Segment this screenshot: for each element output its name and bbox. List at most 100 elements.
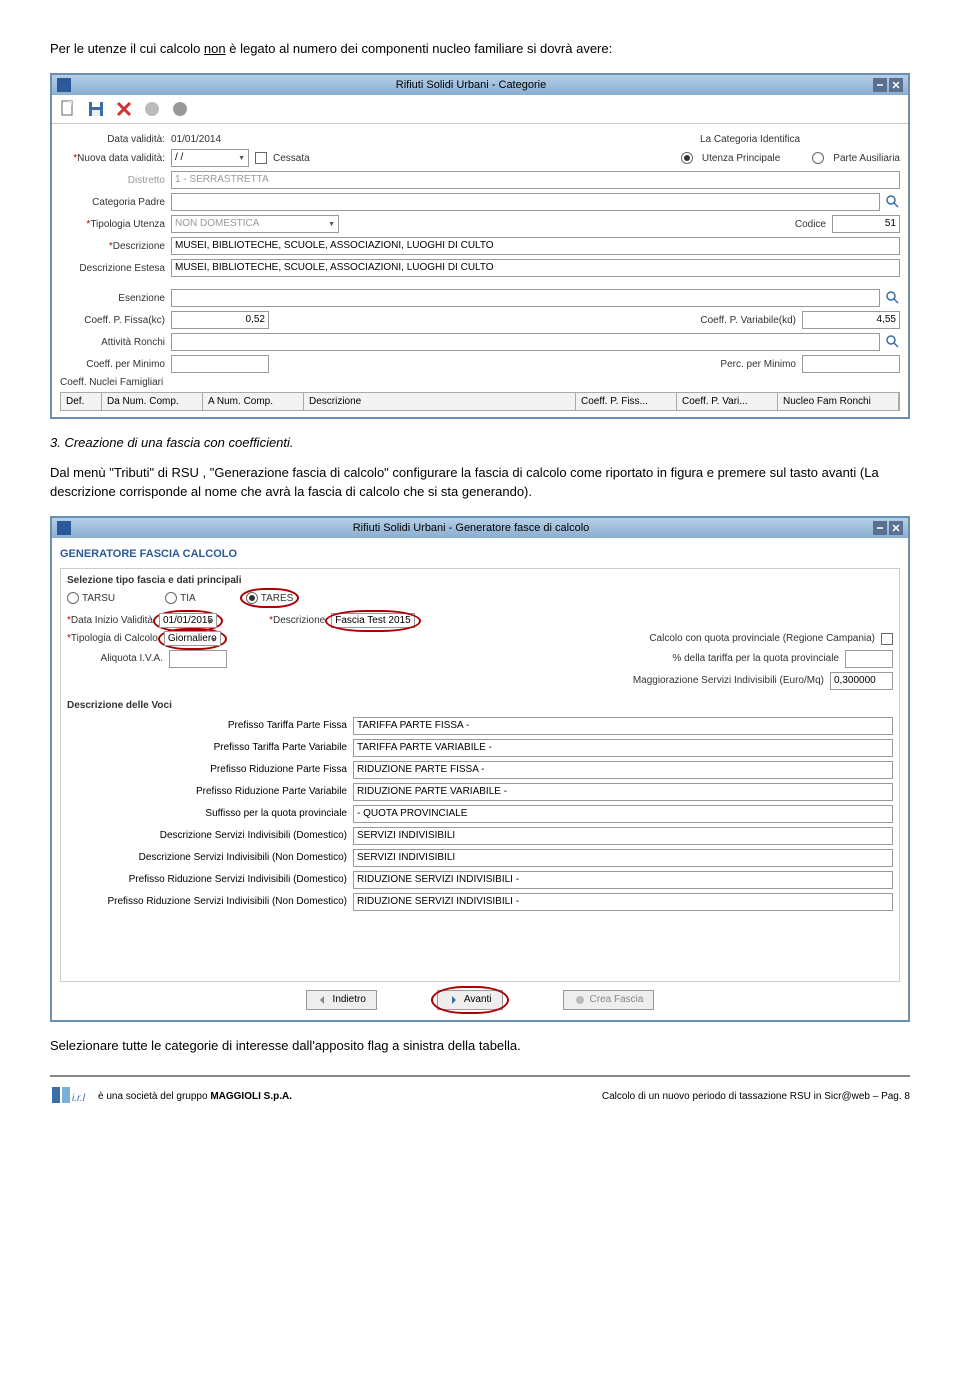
coeff-fissa-kc-label: Coeff. P. Fissa(kc) [60,315,165,326]
coeff-fissa-kc-input[interactable]: 0,52 [171,311,269,329]
voce-label: Prefisso Riduzione Servizi Indivisibili … [67,874,347,885]
tarsu-label: TARSU [82,593,115,604]
tares-radio[interactable] [246,592,258,604]
coeff-minimo-input[interactable] [171,355,269,373]
seltipo-label: Selezione tipo fascia e dati principali [67,575,893,586]
categoria-padre-label: Categoria Padre [60,197,165,208]
nuova-data-validita-input[interactable]: / / [171,149,249,167]
voce-input[interactable]: RIDUZIONE SERVIZI INDIVISIBILI - [353,893,893,911]
voce-input[interactable]: SERVIZI INDIVISIBILI [353,827,893,845]
descr-input[interactable]: Fascia Test 2015 [331,613,414,628]
col-fiss: Coeff. P. Fiss... [576,393,677,410]
data-inizio-input[interactable]: 01/01/2015 [159,613,217,628]
codice-label: Codice [795,219,826,230]
tip-calcolo-select[interactable]: Giornaliero [164,631,221,646]
footer-left: è una società del gruppo MAGGIOLI S.p.A. [98,1091,292,1102]
search-icon[interactable] [886,195,900,209]
utenza-principale-label: Utenza Principale [702,153,780,164]
tipologia-utenza-label: Tipologia Utenza [90,219,165,230]
search-icon[interactable] [886,291,900,305]
col-da-num: Da Num. Comp. [102,393,203,410]
tarsu-radio[interactable] [67,592,79,604]
intro-paragraph: Per le utenze il cui calcolo non è legat… [50,40,910,58]
attivita-ronchi-label: Attività Ronchi [60,337,165,348]
app-icon [57,78,71,92]
descrizione-estesa-input[interactable]: MUSEI, BIBLIOTECHE, SCUOLE, ASSOCIAZIONI… [171,259,900,277]
aliquota-label: Aliquota I.V.A. [67,653,163,664]
categoria-padre-input[interactable] [171,193,880,211]
voce-input[interactable]: - QUOTA PROVINCIALE [353,805,893,823]
tool-icon-2[interactable] [170,99,190,119]
titlebar: Rifiuti Solidi Urbani - Generatore fasce… [52,518,908,538]
window-generatore: Rifiuti Solidi Urbani - Generatore fasce… [50,516,910,1022]
logo-icon: i.r.l [50,1083,90,1110]
perc-minimo-label: Perc. per Minimo [720,359,796,370]
delete-icon[interactable] [114,99,134,119]
window-title: Rifiuti Solidi Urbani - Generatore fasce… [71,522,871,534]
voce-label: Prefisso Riduzione Parte Variabile [67,786,347,797]
tip-calcolo-label: Tipologia di Calcolo [71,633,158,644]
cessata-checkbox[interactable] [255,152,267,164]
search-icon[interactable] [886,335,900,349]
footer-right: Calcolo di un nuovo periodo di tassazion… [602,1091,910,1102]
voce-input[interactable]: RIDUZIONE PARTE FISSA - [353,761,893,779]
coeff-minimo-label: Coeff. per Minimo [60,359,165,370]
cessata-label: Cessata [273,153,310,164]
bottom-paragraph: Selezionare tutte le categorie di intere… [50,1037,910,1055]
data-validita-value: 01/01/2014 [171,134,221,145]
tipologia-utenza-select[interactable]: NON DOMESTICA [171,215,339,233]
utenza-principale-radio[interactable] [681,152,693,164]
perc-minimo-input[interactable] [802,355,900,373]
descr-label: Descrizione [273,615,325,626]
col-descr: Descrizione [304,393,576,410]
avanti-button[interactable]: Avanti [437,990,503,1010]
tares-label: TARES [261,593,294,604]
close-icon[interactable] [889,521,903,535]
voce-label: Descrizione Servizi Indivisibili (Domest… [67,830,347,841]
quota-prov-checkbox[interactable] [881,633,893,645]
data-validita-label: Data validità: [60,134,165,145]
generatore-header: GENERATORE FASCIA CALCOLO [60,548,900,560]
distretto-input: 1 - SERRASTRETTA [171,171,900,189]
voce-input[interactable]: RIDUZIONE SERVIZI INDIVISIBILI - [353,871,893,889]
tool-icon-1[interactable] [142,99,162,119]
esenzione-label: Esenzione [60,293,165,304]
maggiorazione-input[interactable]: 0,300000 [830,672,893,690]
tia-radio[interactable] [165,592,177,604]
perc-tariffa-input[interactable] [845,650,893,668]
col-ronchi: Nucleo Fam Ronchi [778,393,899,410]
save-icon[interactable] [86,99,106,119]
window-title: Rifiuti Solidi Urbani - Categorie [71,79,871,91]
descrizione-estesa-label: Descrizione Estesa [60,263,165,274]
coeff-var-kd-label: Coeff. P. Variabile(kd) [700,315,796,326]
perc-tariffa-label: % della tariffa per la quota provinciale [672,653,839,664]
parte-ausiliaria-radio[interactable] [812,152,824,164]
coeff-var-kd-input[interactable]: 4,55 [802,311,900,329]
col-a-num: A Num. Comp. [203,393,304,410]
toolbar [52,95,908,124]
voce-input[interactable]: TARIFFA PARTE FISSA - [353,717,893,735]
crea-fascia-button[interactable]: Crea Fascia [563,990,655,1010]
descrizione-input[interactable]: MUSEI, BIBLIOTECHE, SCUOLE, ASSOCIAZIONI… [171,237,900,255]
minimize-icon[interactable] [873,521,887,535]
esenzione-input[interactable] [171,289,880,307]
voce-input[interactable]: SERVIZI INDIVISIBILI [353,849,893,867]
minimize-icon[interactable] [873,78,887,92]
voce-label: Prefisso Tariffa Parte Variabile [67,742,347,753]
codice-input[interactable]: 51 [832,215,900,233]
nuova-data-validita-label: Nuova data validità: [77,153,165,164]
page-footer: i.r.l è una società del gruppo MAGGIOLI … [50,1075,910,1110]
voce-label: Suffisso per la quota provinciale [67,808,347,819]
voce-label: Prefisso Riduzione Parte Fissa [67,764,347,775]
voce-label: Prefisso Riduzione Servizi Indivisibili … [67,896,347,907]
attivita-ronchi-input[interactable] [171,333,880,351]
parte-ausiliaria-label: Parte Ausiliaria [833,153,900,164]
tia-label: TIA [180,593,196,604]
voce-input[interactable]: TARIFFA PARTE VARIABILE - [353,739,893,757]
col-vari: Coeff. P. Vari... [677,393,778,410]
close-icon[interactable] [889,78,903,92]
indietro-button[interactable]: Indietro [306,990,377,1010]
new-icon[interactable] [58,99,78,119]
aliquota-input[interactable] [169,650,227,668]
voce-input[interactable]: RIDUZIONE PARTE VARIABILE - [353,783,893,801]
